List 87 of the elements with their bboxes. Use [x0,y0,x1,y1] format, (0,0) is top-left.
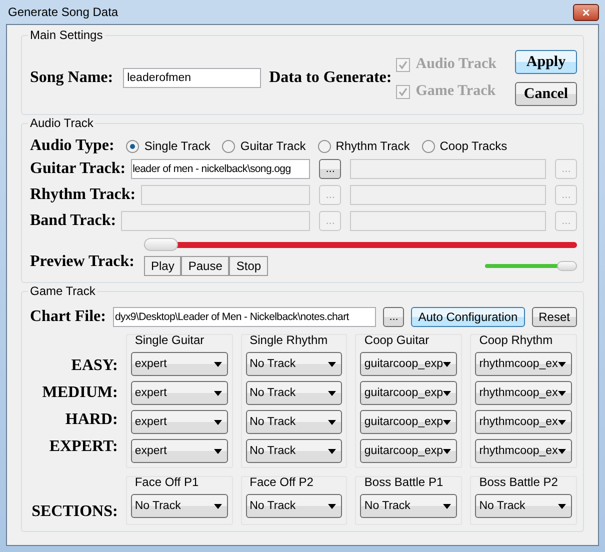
reset-button[interactable]: Reset [532,307,577,327]
field-label: Preview Track: [30,253,136,271]
caret-icon [443,362,452,366]
track-dropdown[interactable]: No Track [246,381,342,405]
chart-file-field[interactable]: dyx9\Desktop\Leader of Men - Nickelback\notes.chart [112,307,376,327]
caret-icon [558,420,566,424]
track-dropdown[interactable]: No Track [246,439,342,463]
track-dropdown[interactable]: guitarcoop_exp [360,381,458,405]
track-dropdown[interactable]: guitarcoop_exp [360,410,458,434]
file-path-field[interactable]: leader of men - nickelback\song.ogg [130,159,310,179]
field-label: Band Track: [30,212,116,230]
volume-slider[interactable] [485,261,577,271]
window-title: Generate Song Data [7,5,118,19]
caret-icon [214,448,222,454]
column-title: Single Guitar [134,333,206,347]
caret-icon [443,504,452,508]
field-label: Song Name: [30,69,114,87]
group-title: Game Track [28,284,98,298]
difficulty-label: HARD: [65,410,118,430]
column-title: Coop Rhythm [478,333,554,347]
caret-icon [558,390,566,396]
track-dropdown[interactable]: No Track [246,494,342,518]
caret-icon [443,448,452,454]
group-title: Audio Track [28,116,96,130]
check-icon [398,86,408,96]
track-dropdown[interactable]: rhythmcoop_ex [475,381,572,405]
caret-icon [328,420,336,424]
column-title: Boss Battle P1 [363,475,444,489]
caret-icon [328,362,336,366]
sections-label: SECTIONS: [32,502,118,522]
track-dropdown[interactable]: No Track [475,494,572,518]
caret-icon [328,504,336,508]
apply-button[interactable]: Apply [515,50,577,74]
position-slider[interactable] [144,238,577,252]
field-label: Audio Type: [30,137,114,155]
column-title: Face Off P2 [248,475,314,489]
difficulty-label: EXPERT: [49,437,118,457]
track-dropdown[interactable]: rhythmcoop_ex [475,352,572,376]
track-dropdown[interactable]: No Track [360,494,458,518]
track-dropdown[interactable]: No Track [130,494,228,518]
caret-icon [558,448,566,454]
difficulty-label: EASY: [71,356,118,376]
slider-thumb[interactable] [557,261,577,271]
field-label: Guitar Track: [30,160,126,178]
track-dropdown[interactable]: rhythmcoop_ex [475,410,572,434]
track-dropdown[interactable]: expert [130,439,228,463]
group-title: Main Settings [28,28,105,42]
caret-icon [214,504,222,508]
slider-thumb[interactable] [144,238,178,251]
browse-button[interactable]: ... [319,159,342,179]
caret-icon [328,448,336,454]
radio-button[interactable]: Coop Tracks [422,139,508,153]
column-title: Boss Battle P2 [478,475,559,489]
track-dropdown[interactable]: guitarcoop_exp [360,439,458,463]
caret-icon [214,390,222,396]
field-label: Chart File: [30,308,106,326]
column-title: Single Rhythm [248,333,329,347]
difficulty-label: MEDIUM: [42,383,118,403]
track-dropdown[interactable]: No Track [246,352,342,376]
radio-button[interactable]: Single Track [126,139,210,153]
caret-icon [328,390,336,396]
track-dropdown[interactable]: expert [130,352,228,376]
caret-icon [214,362,222,366]
check-icon [398,60,408,70]
track-dropdown[interactable]: expert [130,410,228,434]
field-label: Rhythm Track: [30,186,136,204]
track-dropdown[interactable]: No Track [246,410,342,434]
caret-icon [214,420,222,424]
stop-button[interactable]: Stop [229,256,268,276]
column-title: Coop Guitar [363,333,430,347]
cancel-button[interactable]: Cancel [515,82,577,106]
pause-button[interactable]: Pause [181,256,230,276]
track-dropdown[interactable]: expert [130,381,228,405]
song-name-field[interactable]: leaderofmen [123,68,262,88]
track-dropdown[interactable]: guitarcoop_exp [360,352,458,376]
play-button[interactable]: Play [144,256,182,276]
caret-icon [443,420,452,424]
auto-configuration-button[interactable]: Auto Configuration [411,307,525,327]
track-dropdown[interactable]: rhythmcoop_ex [475,439,572,463]
radio-button[interactable]: Rhythm Track [318,139,410,153]
field-label: Data to Generate: [269,69,392,87]
caret-icon [443,390,452,396]
column-title: Face Off P1 [134,475,200,489]
caret-icon [558,362,566,366]
radio-button[interactable]: Guitar Track [222,139,306,153]
browse-button[interactable]: ... [383,307,404,327]
caret-icon [558,504,566,508]
